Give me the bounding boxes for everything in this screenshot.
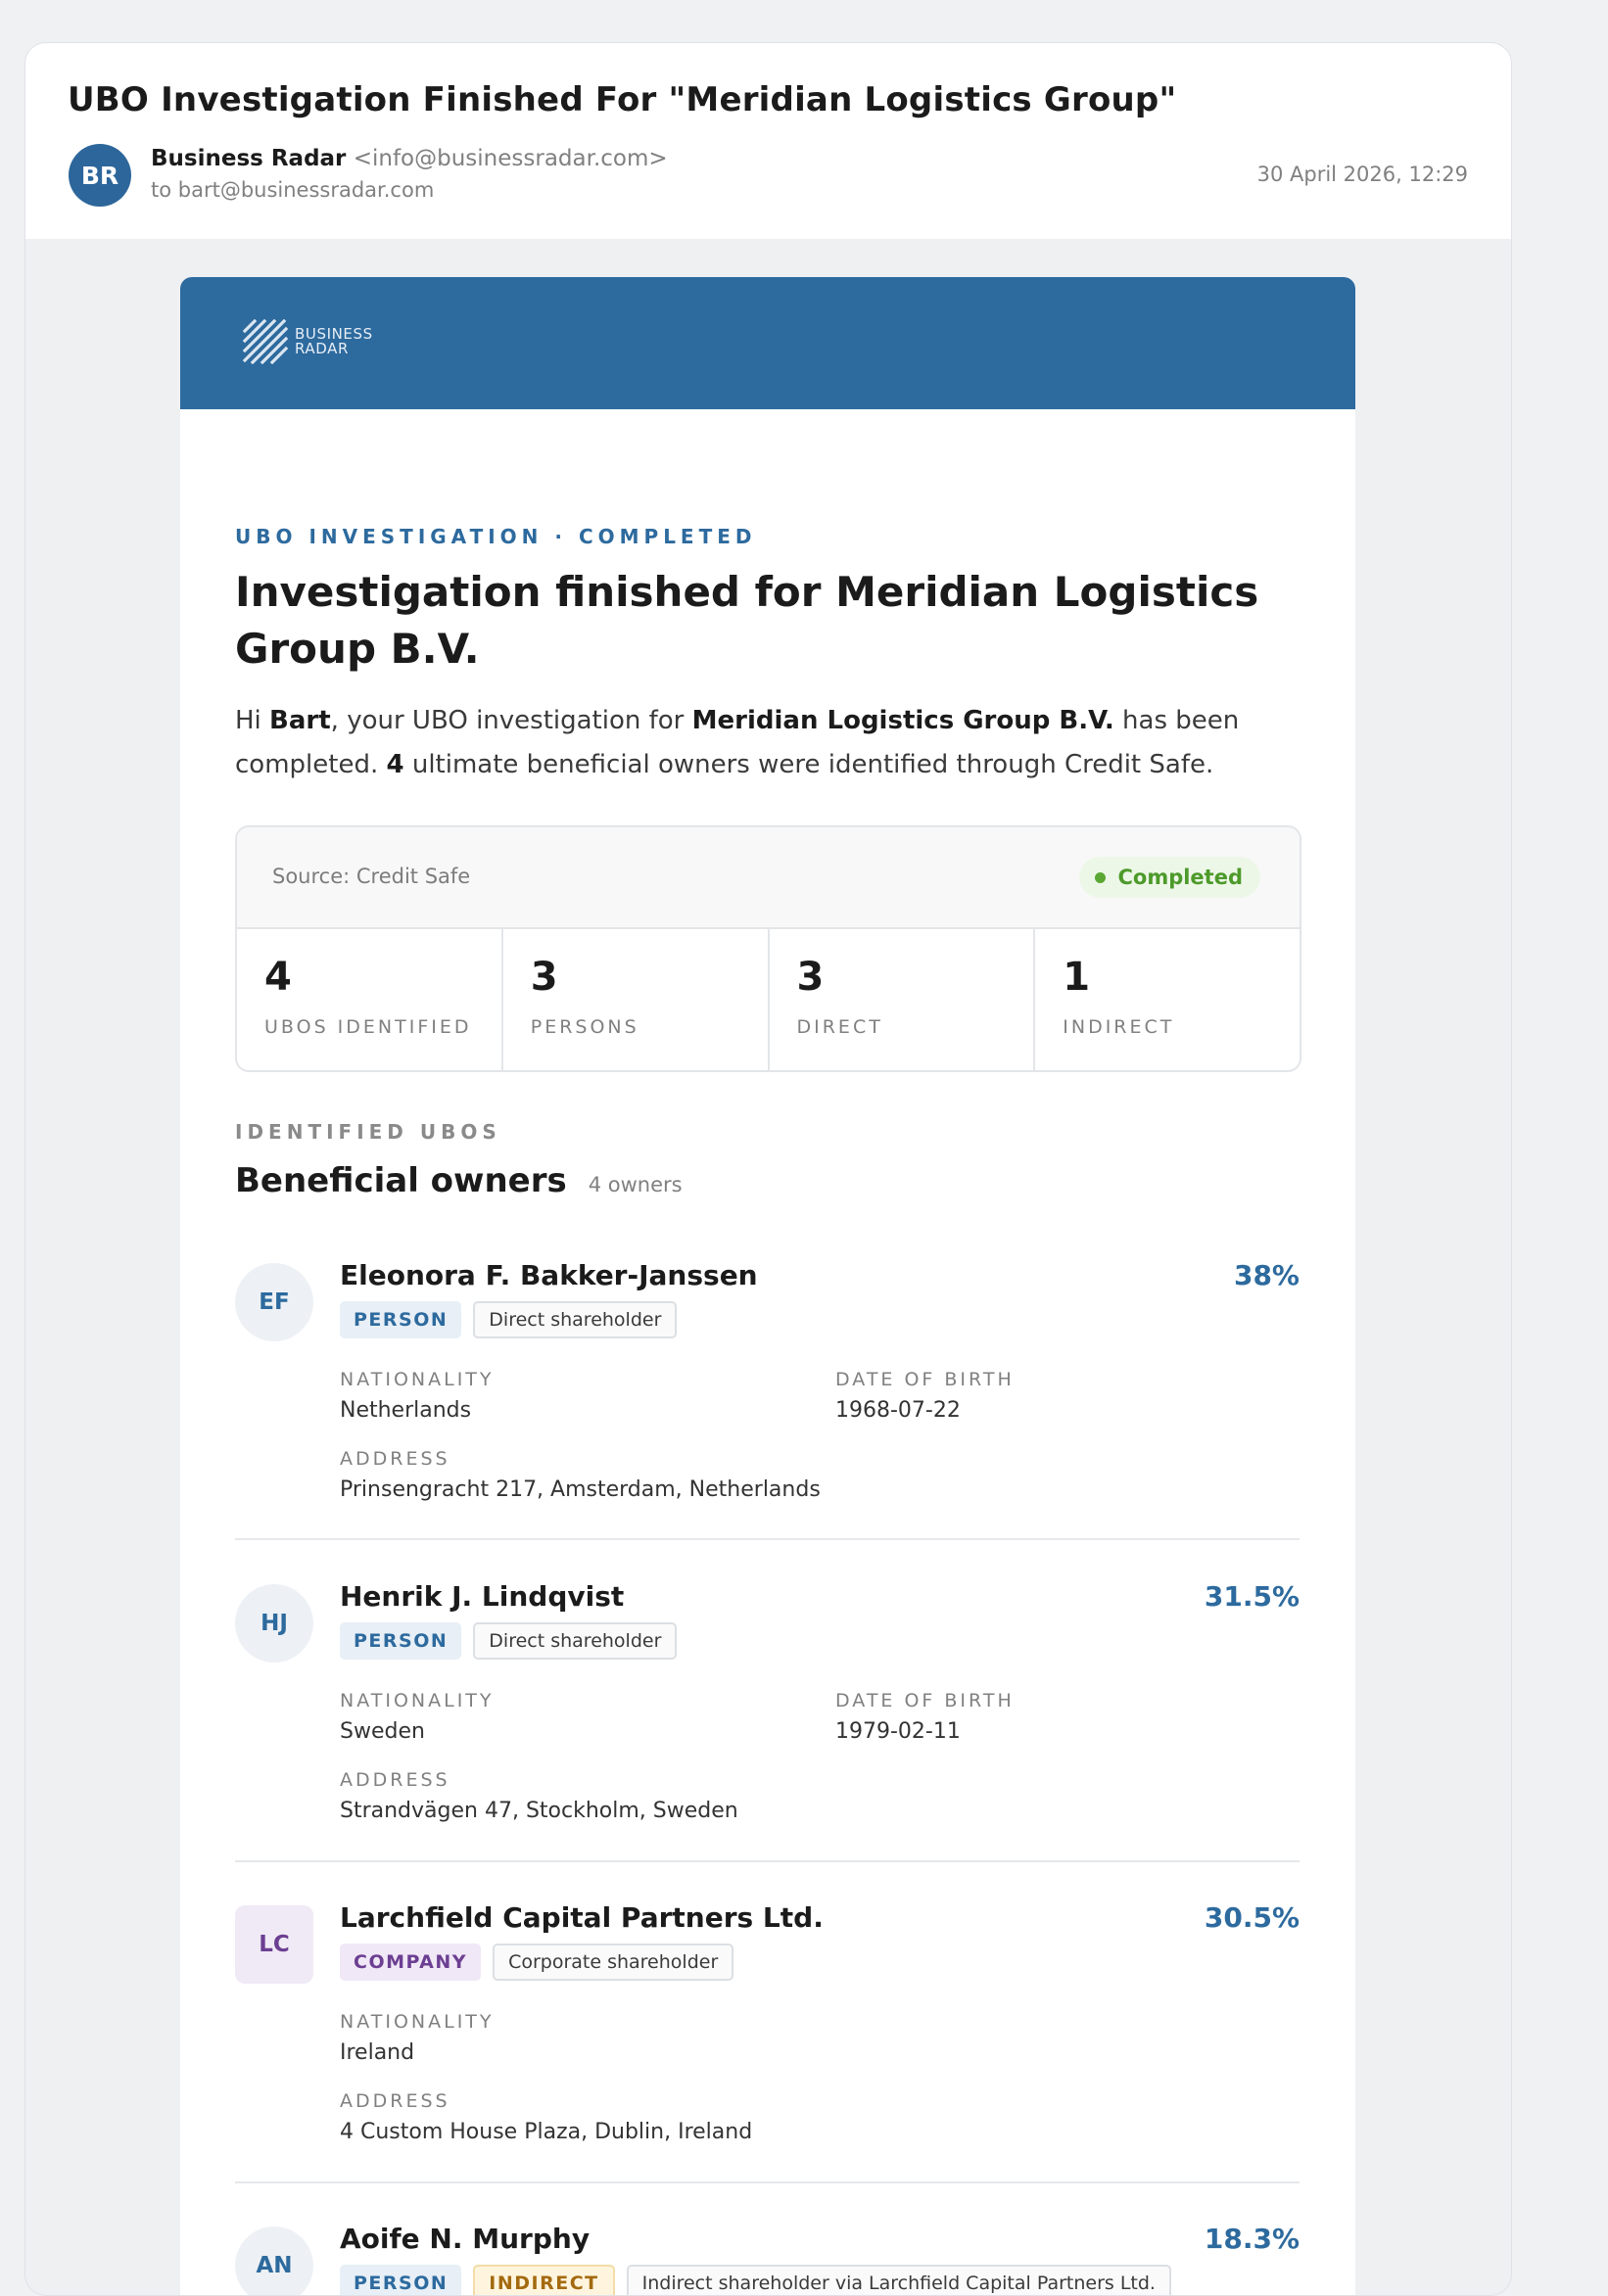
owner-initials-avatar: HJ [235,1584,313,1663]
indirect-badge: INDIRECT [473,2265,615,2295]
address-label: ADDRESS [340,1769,450,1791]
owner-name[interactable]: Larchfield Capital Partners Ltd. [340,1901,824,1934]
owners-count: 4 owners [588,1173,683,1196]
address-label: ADDRESS [340,1448,450,1470]
email-header: UBO Investigation Finished For "Meridian… [25,43,1511,239]
owner-divider [235,1860,1300,1862]
owner-name[interactable]: Aoife N. Murphy [340,2223,590,2255]
owner-tags: PERSON Direct shareholder [340,1622,688,1660]
stat-label: UBOS IDENTIFIED [264,1016,472,1038]
owners-title: Beneficial owners [235,1161,567,1200]
role-badge: Indirect shareholder via Larchfield Capi… [626,2265,1171,2295]
intro-count: 4 [386,750,404,779]
stat-value: 3 [796,955,825,1000]
intro-name: Bart [269,706,331,735]
owner-initials-avatar: LC [235,1905,313,1984]
stat-value: 3 [530,955,558,1000]
stat-indirect: 1 INDIRECT [1035,929,1300,1070]
type-badge: PERSON [340,2265,462,2295]
brand-banner: BUSINESS RADAR [180,277,1355,409]
owner-divider [235,2181,1300,2183]
owner-initials-avatar: AN [235,2226,313,2295]
business-radar-logo[interactable]: BUSINESS RADAR [243,319,373,364]
stat-value: 4 [264,955,292,1000]
type-badge: COMPANY [340,1944,482,1981]
owner-divider [235,1538,1300,1540]
status-badge: Completed [1079,857,1260,898]
intro-part1: , your UBO investigation for [330,706,692,735]
role-badge: Direct shareholder [473,1301,678,1338]
nationality-value: Ireland [340,2040,415,2065]
report-intro: Hi Bart, your UBO investigation for Meri… [235,699,1312,787]
dob-label: DATE OF BIRTH [835,1690,1015,1711]
stat-ubos-identified: 4 UBOS IDENTIFIED [237,929,503,1070]
nationality-value: Netherlands [340,1398,472,1423]
dob-value: 1968-07-22 [835,1398,961,1423]
sender-email[interactable]: <info@businessradar.com> [354,146,668,171]
summary-box: Source: Credit Safe Completed 4 UBOS IDE… [235,825,1301,1072]
role-badge: Corporate shareholder [493,1944,734,1981]
nationality-value: Sweden [340,1719,425,1744]
address-value: Strandvägen 47, Stockholm, Sweden [340,1799,738,1823]
sender-info: Business Radar <info@businessradar.com> [151,146,668,171]
owners-heading: Beneficial owners 4 owners [235,1161,683,1200]
stat-persons: 3 PERSONS [503,929,770,1070]
email-view: UBO Investigation Finished For "Meridian… [24,42,1512,2296]
logo-wordmark: BUSINESS RADAR [295,327,373,356]
stat-label: PERSONS [530,1016,639,1038]
intro-greeting: Hi [235,706,270,735]
type-badge: PERSON [340,1622,462,1660]
owner-name[interactable]: Henrik J. Lindqvist [340,1580,624,1613]
sender-avatar[interactable]: BR [69,144,131,207]
ownership-percentage: 18.3% [1204,2223,1300,2255]
owner-card: LC Larchfield Capital Partners Ltd. 30.5… [235,1901,1300,2225]
report-headline: Investigation finished for Meridian Logi… [235,568,1259,673]
stat-label: INDIRECT [1063,1016,1175,1038]
summary-header: Source: Credit Safe Completed [237,827,1300,929]
ownership-percentage: 30.5% [1204,1901,1300,1934]
owner-card: EF Eleonora F. Bakker-Janssen 38% PERSON… [235,1259,1300,1582]
stat-label: DIRECT [796,1016,883,1038]
nationality-label: NATIONALITY [340,1369,495,1390]
ownership-percentage: 31.5% [1204,1580,1300,1613]
address-value: Prinsengracht 217, Amsterdam, Netherland… [340,1477,821,1502]
owner-initials-avatar: EF [235,1263,313,1341]
owner-tags: PERSON Direct shareholder [340,1301,688,1338]
email-body-card: BUSINESS RADAR UBO INVESTIGATION · COMPL… [180,277,1355,2295]
dob-label: DATE OF BIRTH [835,1369,1015,1390]
status-text: Completed [1117,866,1243,889]
intro-company: Meridian Logistics Group B.V. [691,706,1114,735]
status-dot-icon [1095,871,1107,883]
report-eyebrow: UBO INVESTIGATION · COMPLETED [235,525,757,548]
role-badge: Direct shareholder [473,1622,678,1660]
radar-stripes-icon [243,319,288,364]
nationality-label: NATIONALITY [340,2011,495,2033]
stat-direct: 3 DIRECT [770,929,1036,1070]
nationality-label: NATIONALITY [340,1690,495,1711]
owners-eyebrow: IDENTIFIED UBOS [235,1120,501,1144]
email-subject: UBO Investigation Finished For "Meridian… [68,80,1177,119]
stat-value: 1 [1063,955,1091,1000]
address-label: ADDRESS [340,2090,450,2112]
recipient-line: to bart@businessradar.com [151,178,435,202]
owner-tags: COMPANY Corporate shareholder [340,1944,745,1981]
source-label: Source: Credit Safe [272,865,471,888]
owner-card: AN Aoife N. Murphy 18.3% PERSON INDIRECT… [235,2223,1300,2295]
owner-name[interactable]: Eleonora F. Bakker-Janssen [340,1259,758,1291]
logo-line-radar: RADAR [295,340,350,357]
email-timestamp: 30 April 2026, 12:29 [1256,163,1468,186]
owner-card: HJ Henrik J. Lindqvist 31.5% PERSON Dire… [235,1580,1300,1903]
ownership-percentage: 38% [1233,1259,1300,1291]
address-value: 4 Custom House Plaza, Dublin, Ireland [340,2120,753,2144]
type-badge: PERSON [340,1301,462,1338]
dob-value: 1979-02-11 [835,1719,961,1744]
stats-row: 4 UBOS IDENTIFIED 3 PERSONS 3 DIRECT 1 I… [237,929,1300,1070]
owner-tags: PERSON INDIRECT Indirect shareholder via… [340,2265,1183,2295]
sender-name[interactable]: Business Radar [151,146,346,171]
intro-part3: ultimate beneficial owners were identifi… [403,750,1214,779]
